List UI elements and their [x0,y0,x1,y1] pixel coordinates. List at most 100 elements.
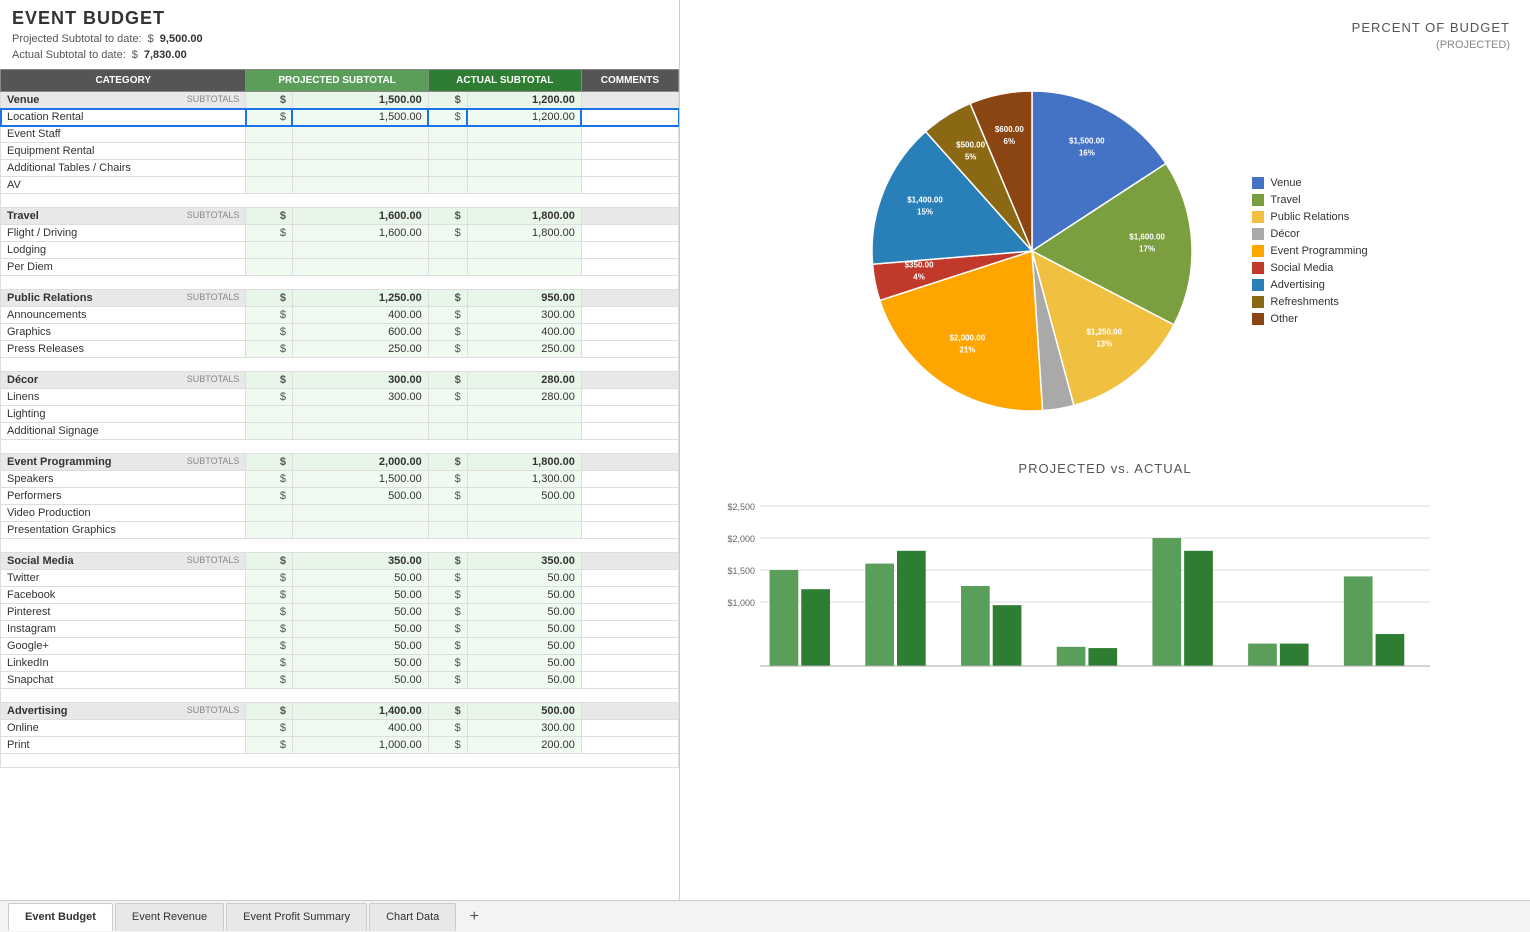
tab-chart-data[interactable]: Chart Data [369,903,456,931]
legend-item-travel: Travel [1252,194,1367,206]
row-actual-dollar: $ [428,638,467,655]
row-projected-dollar: $ [246,621,293,638]
tab-event-profit-summary[interactable]: Event Profit Summary [226,903,367,931]
row-projected-dollar: $ [246,570,293,587]
section-name: Venue SUBTOTALS [1,92,246,109]
subtotal-comments [581,703,678,720]
legend-item-public-relations: Public Relations [1252,211,1367,223]
table-row[interactable]: Lighting [1,406,679,423]
row-projected-value: 1,500.00 [292,109,428,126]
row-projected-value [292,406,428,423]
table-row[interactable]: Additional Signage [1,423,679,440]
row-projected-dollar: $ [246,341,293,358]
table-row[interactable]: Equipment Rental [1,143,679,160]
table-row[interactable]: Per Diem [1,259,679,276]
table-row[interactable]: Location Rental $ 1,500.00 $ 1,200.00 [1,109,679,126]
table-row[interactable]: Facebook $ 50.00 $ 50.00 [1,587,679,604]
legend-color-box [1252,313,1264,325]
subtotal-comments [581,208,678,225]
budget-table: CATEGORY PROJECTED SUBTOTAL ACTUAL SUBTO… [0,69,679,768]
row-projected-value [292,126,428,143]
table-row[interactable]: AV [1,177,679,194]
row-name: Graphics [1,324,246,341]
row-projected-value: 400.00 [292,720,428,737]
table-row[interactable]: LinkedIn $ 50.00 $ 50.00 [1,655,679,672]
empty-row [1,689,679,703]
subtotal-comments [581,372,678,389]
empty-row [1,754,679,768]
row-actual-value: 500.00 [467,488,581,505]
table-row[interactable]: Press Releases $ 250.00 $ 250.00 [1,341,679,358]
table-row[interactable]: Lodging [1,242,679,259]
table-row[interactable]: Instagram $ 50.00 $ 50.00 [1,621,679,638]
row-projected-value: 50.00 [292,655,428,672]
table-row[interactable]: Pinterest $ 50.00 $ 50.00 [1,604,679,621]
actual-label: Actual Subtotal to date: [12,49,126,61]
tab-bar: Event BudgetEvent RevenueEvent Profit Su… [0,900,1530,932]
legend-label: Décor [1270,228,1299,240]
row-projected-dollar [246,160,293,177]
row-actual-value [467,505,581,522]
table-row[interactable]: Performers $ 500.00 $ 500.00 [1,488,679,505]
row-projected-value [292,160,428,177]
legend-color-box [1252,279,1264,291]
row-projected-value: 400.00 [292,307,428,324]
table-row[interactable]: Twitter $ 50.00 $ 50.00 [1,570,679,587]
svg-text:15%: 15% [917,207,933,216]
actual-currency: $ [132,49,138,61]
row-actual-dollar: $ [428,604,467,621]
table-row[interactable]: Announcements $ 400.00 $ 300.00 [1,307,679,324]
svg-text:$1,600.00: $1,600.00 [1130,232,1166,241]
actual-subtotal-cell: $ [428,290,467,307]
tab-event-revenue[interactable]: Event Revenue [115,903,224,931]
legend-color-box [1252,177,1264,189]
legend-item-advertising: Advertising [1252,279,1367,291]
empty-row [1,276,679,290]
tab-event-budget[interactable]: Event Budget [8,903,113,931]
row-projected-dollar: $ [246,655,293,672]
actual-subtotal-value: 500.00 [467,703,581,720]
svg-text:$1,000: $1,000 [727,598,755,608]
table-row[interactable]: Online $ 400.00 $ 300.00 [1,720,679,737]
table-row[interactable]: Linens $ 300.00 $ 280.00 [1,389,679,406]
row-comments [581,160,678,177]
table-row[interactable]: Print $ 1,000.00 $ 200.00 [1,737,679,754]
table-row[interactable]: Google+ $ 50.00 $ 50.00 [1,638,679,655]
row-actual-dollar [428,505,467,522]
row-comments [581,307,678,324]
legend-label: Venue [1270,177,1301,189]
row-actual-dollar [428,126,467,143]
table-row[interactable]: Graphics $ 600.00 $ 400.00 [1,324,679,341]
comments-header: COMMENTS [581,70,678,92]
row-projected-value: 50.00 [292,621,428,638]
pie-chart-svg: $1,500.0016%$1,600.0017%$1,250.0013%$2,0… [842,61,1222,441]
table-row[interactable]: Speakers $ 1,500.00 $ 1,300.00 [1,471,679,488]
row-actual-dollar: $ [428,307,467,324]
table-row[interactable]: Presentation Graphics [1,522,679,539]
projected-bar [1248,644,1277,666]
add-tab-button[interactable]: + [462,905,486,929]
table-row[interactable]: Video Production [1,505,679,522]
row-projected-value: 1,000.00 [292,737,428,754]
table-row[interactable]: Event Staff [1,126,679,143]
row-name: Lighting [1,406,246,423]
projected-bar [1057,647,1086,666]
projected-subtotal-cell: $ [246,553,293,570]
actual-subtotal-value: 1,800.00 [467,208,581,225]
chart-panel: PERCENT OF BUDGET (PROJECTED) $1,500.001… [680,0,1530,900]
legend-label: Other [1270,313,1298,325]
section-name: Travel SUBTOTALS [1,208,246,225]
actual-subtotal-value: 1,200.00 [467,92,581,109]
row-actual-dollar: $ [428,471,467,488]
row-comments [581,324,678,341]
projected-subtotal-value: 1,250.00 [292,290,428,307]
table-row[interactable]: Additional Tables / Chairs [1,160,679,177]
projected-subtotal-row: Projected Subtotal to date: $ 9,500.00 [12,33,667,45]
projected-header: PROJECTED SUBTOTAL [246,70,428,92]
row-actual-value: 50.00 [467,604,581,621]
row-comments [581,109,678,126]
spreadsheet-panel: EVENT BUDGET Projected Subtotal to date:… [0,0,680,900]
app-container: EVENT BUDGET Projected Subtotal to date:… [0,0,1530,932]
table-row[interactable]: Flight / Driving $ 1,600.00 $ 1,800.00 [1,225,679,242]
table-row[interactable]: Snapchat $ 50.00 $ 50.00 [1,672,679,689]
